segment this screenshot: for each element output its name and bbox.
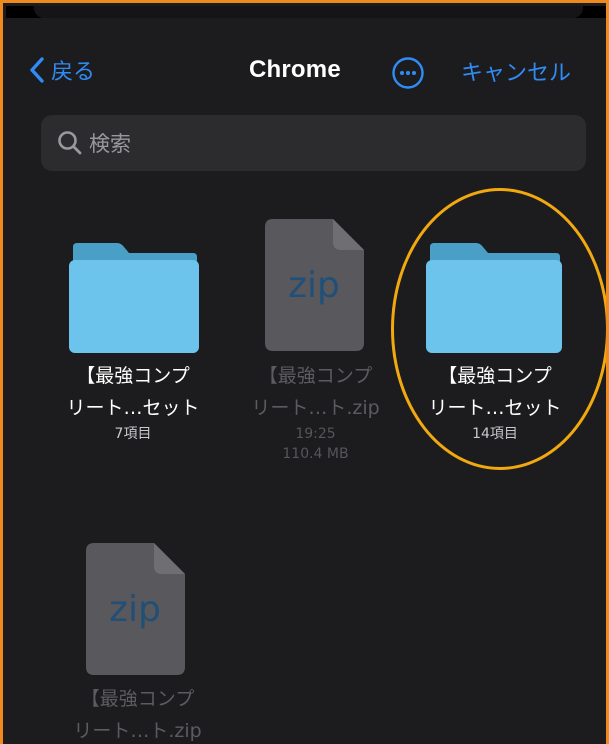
search-input[interactable]: 検索 (41, 115, 586, 171)
more-options-button[interactable] (391, 56, 425, 90)
item-size: 110.4 MB (282, 446, 349, 462)
chevron-left-icon (30, 57, 44, 83)
item-name-line2: リート…ト.zip (73, 720, 202, 742)
folder-item[interactable]: 【最強コンプ リート…セット 14項目 (420, 243, 580, 458)
zip-file-item[interactable]: zip 【最強コンプ リート…ト.zip 19:25 110.4 MB (233, 219, 398, 489)
folder-icon (69, 243, 199, 353)
item-name-line2: リート…ト.zip (251, 397, 380, 419)
screenshot-frame: 戻る Chrome キャンセル 検索 【最強コンプ リート…セット 7項目 zi… (0, 0, 609, 744)
item-name-line1: 【最強コンプ (80, 688, 195, 710)
zip-file-icon: zip (86, 543, 185, 675)
item-count: 7項目 (114, 426, 152, 442)
zip-file-item[interactable]: zip 【最強コンプ リート…ト.zip (55, 543, 220, 744)
search-placeholder: 検索 (89, 132, 131, 156)
item-count: 14項目 (472, 426, 518, 442)
status-bar (6, 6, 606, 18)
folder-icon (426, 243, 562, 353)
svg-text:zip: zip (109, 589, 161, 630)
cancel-button[interactable]: キャンセル (461, 55, 571, 87)
zip-file-icon: zip (265, 219, 364, 351)
item-name-line1: 【最強コンプ (258, 365, 373, 387)
svg-text:zip: zip (288, 265, 340, 306)
item-name-line1: 【最強コンプ (438, 365, 552, 387)
top-bar-shape (34, 6, 583, 18)
search-icon (58, 131, 82, 155)
folder-item[interactable]: 【最強コンプ リート…セット 7項目 (53, 243, 213, 458)
page-title: Chrome (249, 56, 341, 83)
item-time: 19:25 (295, 426, 336, 442)
back-button[interactable]: 戻る (29, 53, 95, 87)
item-name-line2: リート…セット (428, 397, 562, 419)
item-name-line2: リート…セット (66, 397, 200, 419)
ellipsis-circle-icon (392, 57, 424, 89)
item-name-line1: 【最強コンプ (76, 365, 190, 387)
back-label: 戻る (51, 60, 96, 85)
